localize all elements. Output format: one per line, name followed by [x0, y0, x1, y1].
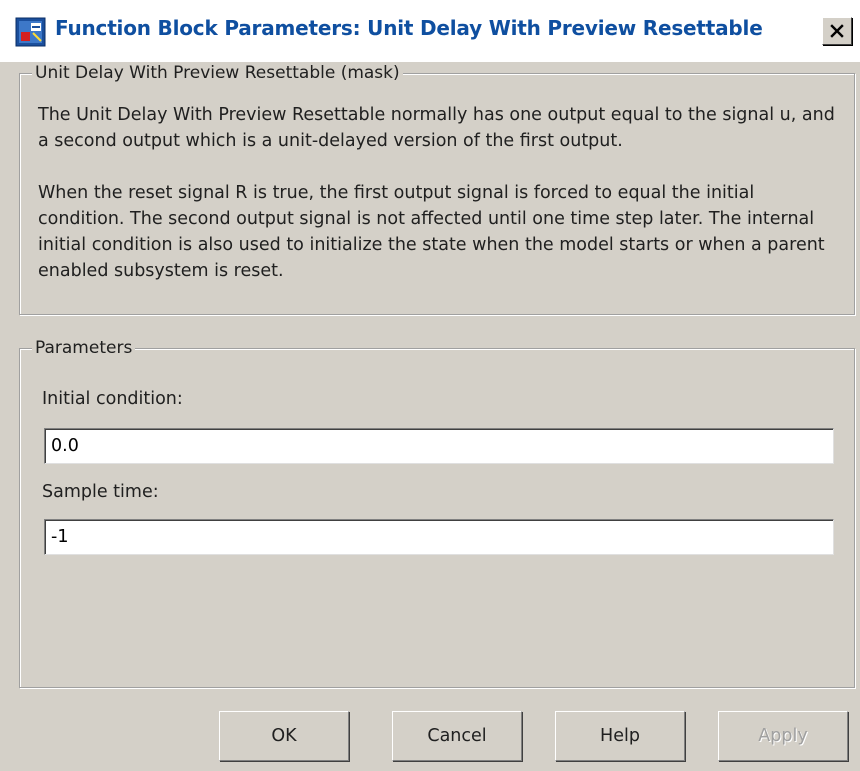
sample-time-input[interactable]	[44, 519, 834, 555]
help-button[interactable]: Help	[555, 711, 685, 761]
title-bar[interactable]: Function Block Parameters: Unit Delay Wi…	[0, 0, 860, 62]
apply-button[interactable]: Apply	[718, 711, 848, 761]
simulink-block-icon	[15, 17, 46, 47]
sample-time-label: Sample time:	[42, 482, 159, 502]
mask-group-legend: Unit Delay With Preview Resettable (mask…	[32, 62, 403, 84]
initial-condition-label: Initial condition:	[42, 389, 183, 409]
block-parameters-dialog: Function Block Parameters: Unit Delay Wi…	[0, 0, 860, 771]
ok-button[interactable]: OK	[219, 711, 349, 761]
cancel-button[interactable]: Cancel	[392, 711, 522, 761]
initial-condition-input[interactable]	[44, 428, 834, 464]
mask-description-paragraph-1: The Unit Delay With Preview Resettable n…	[38, 105, 835, 151]
close-icon	[830, 24, 844, 38]
mask-description-paragraph-2: When the reset signal R is true, the fir…	[38, 183, 825, 281]
window-title: Function Block Parameters: Unit Delay Wi…	[55, 16, 763, 40]
close-button[interactable]	[822, 17, 852, 45]
parameters-group: Parameters Initial condition: Sample tim…	[19, 337, 855, 688]
mask-description-group: Unit Delay With Preview Resettable (mask…	[19, 62, 855, 315]
parameters-group-legend: Parameters	[32, 337, 136, 359]
